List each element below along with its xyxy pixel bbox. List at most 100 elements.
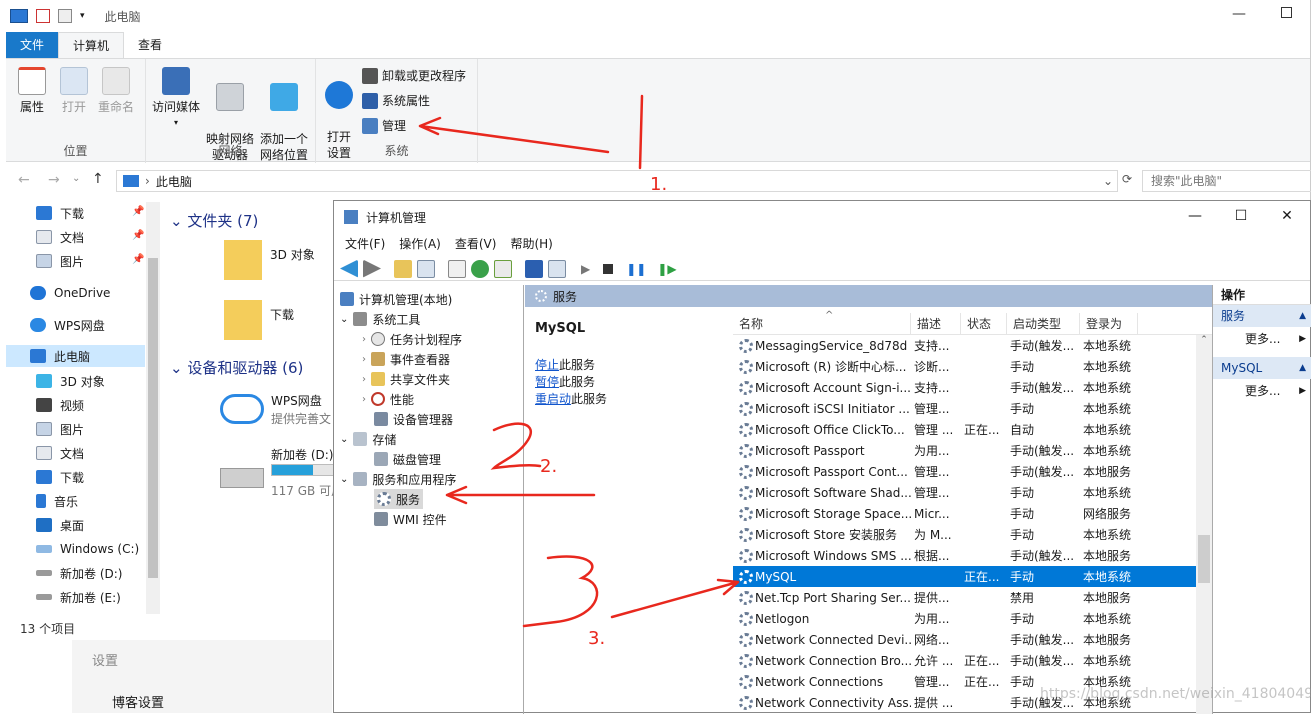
stop-service-link[interactable]: 停止: [535, 358, 559, 372]
expand-chevron-icon[interactable]: ⌄: [340, 474, 348, 485]
menu-help[interactable]: 帮助(H): [505, 233, 557, 255]
nav-this-pc[interactable]: 此电脑: [6, 345, 145, 367]
refresh-icon[interactable]: ⟳: [1122, 172, 1132, 186]
collapsed-chevron-icon[interactable]: ›: [362, 394, 366, 405]
customize-quick-access-icon[interactable]: ▾: [80, 11, 85, 21]
tree-services[interactable]: 服务: [374, 489, 424, 509]
service-row[interactable]: Microsoft Store 安装服务 为 M... 手动 本地系统: [733, 524, 1212, 545]
search-input[interactable]: 搜索"此电脑": [1142, 170, 1311, 192]
tree-wmi-control[interactable]: WMI 控件: [374, 509, 447, 529]
new-folder-quick-icon[interactable]: [58, 9, 72, 23]
address-chevron-icon[interactable]: ›: [145, 174, 150, 188]
address-box[interactable]: › 此电脑 ⌄: [116, 170, 1118, 192]
nav-wps[interactable]: WPS网盘: [30, 314, 105, 336]
nav-scrollbar[interactable]: [146, 202, 160, 614]
menu-view[interactable]: 查看(V): [450, 233, 502, 255]
minimize-button[interactable]: —: [1232, 6, 1246, 22]
column-description[interactable]: 描述: [911, 313, 961, 334]
nav-3d-objects[interactable]: 3D 对象: [36, 370, 105, 392]
tab-view[interactable]: 查看: [124, 32, 176, 58]
collapsed-chevron-icon[interactable]: ›: [362, 354, 366, 365]
service-row[interactable]: MessagingService_8d78d 支持... 手动(触发... 本地系统: [733, 335, 1212, 356]
nav-drive-c[interactable]: Windows (C:): [36, 538, 139, 560]
stop-service-icon[interactable]: [603, 263, 614, 274]
service-row[interactable]: Microsoft (R) 诊断中心标... 诊断... 手动 本地系统: [733, 356, 1212, 377]
nav-quick-pictures[interactable]: 图片: [36, 250, 84, 272]
tree-device-manager[interactable]: 设备管理器: [374, 409, 453, 429]
nav-desktop[interactable]: 桌面: [36, 514, 84, 536]
blog-settings-label[interactable]: 博客设置: [112, 692, 164, 711]
tab-file[interactable]: 文件: [6, 32, 59, 58]
service-row[interactable]: MySQL 正在... 手动 本地系统: [733, 566, 1212, 587]
collapsed-chevron-icon[interactable]: ›: [362, 374, 366, 385]
nav-drive-e[interactable]: 新加卷 (E:): [36, 586, 121, 608]
rename-button[interactable]: 重命名: [94, 67, 138, 115]
help-icon[interactable]: [525, 259, 543, 278]
nav-drive-d[interactable]: 新加卷 (D:): [36, 562, 122, 584]
service-row[interactable]: Microsoft Passport 为用... 手动(触发... 本地系统: [733, 440, 1212, 461]
menu-file[interactable]: 文件(F): [340, 233, 390, 255]
service-row[interactable]: Netlogon 为用... 手动 本地系统: [733, 608, 1212, 629]
actions-section-services[interactable]: 服务 ▲: [1213, 305, 1311, 327]
nav-videos[interactable]: 视频: [36, 394, 84, 416]
service-row[interactable]: Microsoft Windows SMS ... 根据... 手动(触发... 本地…: [733, 545, 1212, 566]
pause-service-icon[interactable]: ❚❚: [626, 262, 646, 276]
services-scroll-thumb[interactable]: [1198, 535, 1210, 583]
nav-documents[interactable]: 文档: [36, 442, 84, 464]
maximize-button[interactable]: [1281, 7, 1292, 18]
scroll-up-icon[interactable]: ⌃: [1196, 335, 1212, 345]
uninstall-programs-button[interactable]: 卸载或更改程序: [362, 67, 466, 84]
tree-services-and-apps[interactable]: ⌄ 服务和应用程序: [340, 469, 456, 489]
tree-shared-folders[interactable]: › 共享文件夹: [362, 369, 450, 389]
expand-chevron-icon[interactable]: ⌄: [340, 314, 348, 325]
service-row[interactable]: Microsoft Account Sign-i... 支持... 手动(触发...…: [733, 377, 1212, 398]
collapsed-chevron-icon[interactable]: ›: [362, 334, 366, 345]
folder-downloads[interactable]: 下载: [224, 300, 294, 340]
tree-task-scheduler[interactable]: › 任务计划程序: [362, 329, 462, 349]
folder-up-icon[interactable]: [394, 259, 412, 278]
collapse-triangle-icon[interactable]: ▲: [1299, 305, 1306, 327]
maximize-button[interactable]: ☐: [1218, 201, 1264, 231]
actions-more-services[interactable]: 更多... ▶: [1213, 327, 1311, 351]
show-hide-tree-icon[interactable]: [417, 259, 435, 278]
tab-computer[interactable]: 计算机: [58, 32, 125, 58]
service-row[interactable]: Network Connection Bro... 允许 ... 正在... 手动(触…: [733, 650, 1212, 671]
services-scrollbar[interactable]: ⌃: [1196, 335, 1212, 714]
access-media-button[interactable]: 访问媒体 ▾: [150, 67, 202, 131]
actions-section-mysql[interactable]: MySQL ▲: [1213, 357, 1311, 379]
forward-arrow-icon[interactable]: →: [48, 172, 60, 188]
refresh-icon[interactable]: [471, 259, 489, 278]
back-arrow-icon[interactable]: [340, 259, 358, 278]
tree-system-tools[interactable]: ⌄ 系统工具: [340, 309, 420, 329]
pause-service-link[interactable]: 暂停: [535, 375, 559, 389]
restart-service-icon[interactable]: ❚▶: [657, 262, 676, 276]
service-row[interactable]: Microsoft Office ClickTo... 管理 ... 正在... 自动…: [733, 419, 1212, 440]
nav-pictures[interactable]: 图片: [36, 418, 84, 440]
service-row[interactable]: Network Connected Devi... 网络... 手动(触发... 本地…: [733, 629, 1212, 650]
properties-button[interactable]: 属性: [14, 67, 50, 115]
column-status[interactable]: 状态: [961, 313, 1007, 334]
folder-3d-objects[interactable]: 3D 对象: [224, 240, 315, 280]
forward-arrow-icon[interactable]: [363, 259, 381, 278]
nav-quick-documents[interactable]: 文档: [36, 226, 84, 248]
action-pane-icon[interactable]: [548, 259, 566, 278]
manage-button[interactable]: 管理: [362, 117, 406, 134]
nav-onedrive[interactable]: OneDrive: [30, 282, 110, 304]
export-list-icon[interactable]: [494, 259, 512, 278]
up-arrow-icon[interactable]: ↑: [92, 171, 104, 187]
column-startup-type[interactable]: 启动类型: [1007, 313, 1080, 334]
service-row[interactable]: Microsoft Software Shad... 管理... 手动 本地系统: [733, 482, 1212, 503]
system-properties-button[interactable]: 系统属性: [362, 92, 430, 109]
nav-quick-downloads[interactable]: 下载: [36, 202, 84, 224]
address-dropdown-icon[interactable]: ⌄: [1103, 174, 1113, 188]
service-row[interactable]: Microsoft iSCSI Initiator ... 管理... 手动 本地系统: [733, 398, 1212, 419]
tree-storage[interactable]: ⌄ 存储: [340, 429, 396, 449]
collapse-triangle-icon[interactable]: ▲: [1299, 357, 1306, 379]
expand-chevron-icon[interactable]: ⌄: [340, 434, 348, 445]
close-button[interactable]: ✕: [1264, 201, 1310, 231]
properties-quick-icon[interactable]: [36, 9, 50, 23]
nav-scroll-thumb[interactable]: [148, 258, 158, 578]
service-row[interactable]: Net.Tcp Port Sharing Ser... 提供... 禁用 本地服务: [733, 587, 1212, 608]
devices-section-header[interactable]: ⌄ 设备和驱动器 (6): [170, 357, 303, 378]
tree-root[interactable]: 计算机管理(本地): [340, 289, 452, 309]
